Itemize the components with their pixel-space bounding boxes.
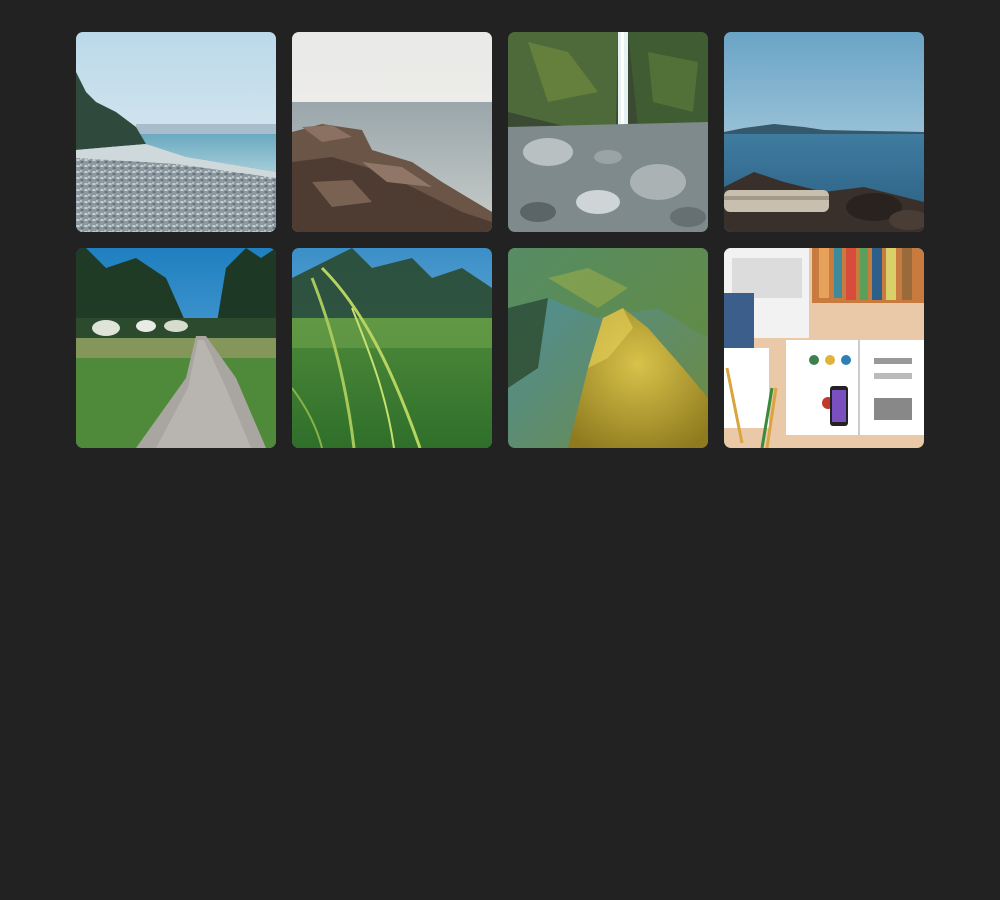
gallery-tile-desk[interactable] [724,248,924,448]
photo-gravel-path [76,248,276,448]
gallery-tile-rocky-shore[interactable] [292,32,492,232]
photo-mossy-branch [508,248,708,448]
gallery-tile-gravel-path[interactable] [76,248,276,448]
photo-rocky-shore [292,32,492,232]
gallery-tile-lake-driftwood[interactable] [724,32,924,232]
photo-lake-driftwood [724,32,924,232]
photo-grass-closeup [292,248,492,448]
gallery-tile-mossy-branch[interactable] [508,248,708,448]
gallery-tile-grass-closeup[interactable] [292,248,492,448]
photo-waterfall [508,32,708,232]
photo-gallery [76,32,924,448]
gallery-tile-waterfall[interactable] [508,32,708,232]
photo-pebble-beach [76,32,276,232]
gallery-tile-pebble-beach[interactable] [76,32,276,232]
photo-desk [724,248,924,448]
